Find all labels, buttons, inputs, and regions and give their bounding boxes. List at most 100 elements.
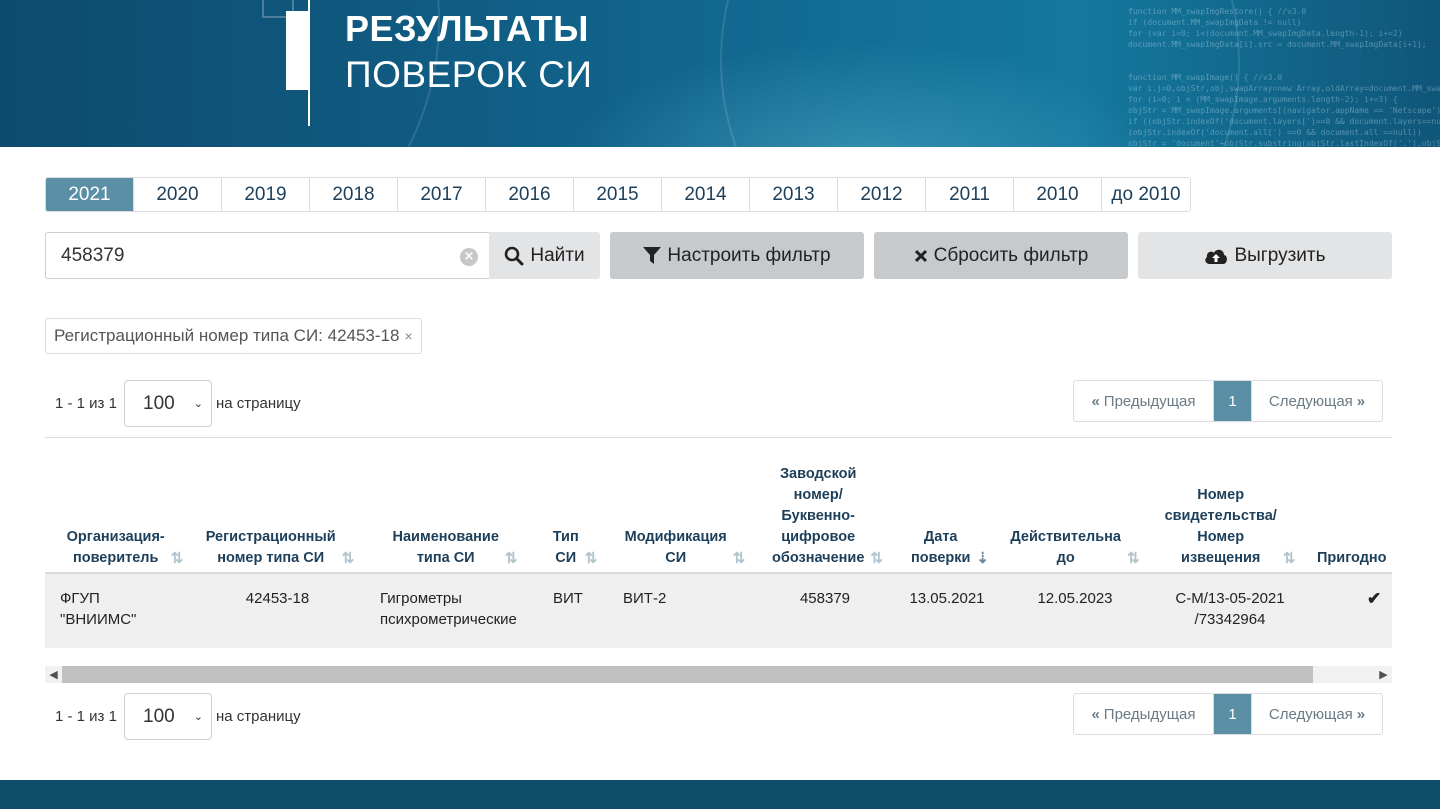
per-page-value: 100 [143,705,175,727]
column-header-verification-date[interactable]: Дата поверки ⇣ [900,450,1000,572]
sort-icon: ⇅ [170,550,184,567]
year-tab[interactable]: 2010 [1014,178,1102,211]
prev-page-label: Предыдущая [1103,392,1196,410]
prev-page-button[interactable]: « Предыдущая [1074,381,1214,421]
code-line: function MM_swapImgRestore() { //v3.0 [1128,7,1307,16]
prev-page-button[interactable]: « Предыдущая [1074,694,1214,734]
code-line: objStr = 'document'+objStr.substring(obj… [1128,139,1440,147]
code-line: function MM_swapImage() { //v3.0 [1128,73,1283,82]
find-button[interactable]: Найти [489,232,600,279]
page-button-current[interactable]: 1 [1214,381,1251,421]
year-tab[interactable]: 2021 [46,178,134,211]
double-chevron-right-icon: » [1356,705,1366,723]
prev-page-label: Предыдущая [1103,705,1196,723]
year-tab[interactable]: 2020 [134,178,222,211]
cell-serial: 458379 [799,590,851,607]
column-header-organization[interactable]: Организация-поверитель ⇅ [45,450,205,572]
horizontal-scrollbar[interactable]: ◀ ▶ [45,666,1392,683]
export-button-label: Выгрузить [1234,244,1326,266]
year-tab[interactable]: 2013 [750,178,838,211]
sort-desc-icon: ⇣ [976,550,989,567]
scroll-right-icon[interactable]: ▶ [1375,666,1392,683]
close-icon [914,249,927,262]
column-header-label: Наименование типа СИ [392,529,499,566]
code-line: document.MM_swapImgData[i].src = documen… [1128,40,1427,49]
column-header-label: Действительна до [1010,529,1121,566]
code-line: if ((objStr.indexOf('document.layers[')=… [1128,117,1440,126]
cell-type: ВИТ [553,590,583,607]
active-filter-chip: Регистрационный номер типа СИ: 42453-18 … [45,318,422,354]
column-header-valid-until[interactable]: Действительна до ⇅ [1005,450,1145,572]
column-header-reg-number[interactable]: Регистрационный номер типа СИ ⇅ [195,450,365,572]
year-tab[interactable]: 2015 [574,178,662,211]
configure-filter-label: Настроить фильтр [667,244,831,266]
double-chevron-right-icon: » [1356,392,1366,410]
logo-bar [286,11,308,90]
year-tab[interactable]: 2011 [926,178,1014,211]
cell-modification: ВИТ-2 [623,590,667,607]
next-page-button[interactable]: Следующая » [1251,694,1382,734]
year-tab[interactable]: 2012 [838,178,926,211]
per-page-select[interactable]: 100 ⌄ [124,380,212,427]
column-header-label: Организация-поверитель [66,529,165,566]
cell-name-line1: Гигрометры [380,590,462,607]
pagination-summary-top: 1 - 1 из 1 100 ⌄ на страницу [45,380,301,427]
cell-verification-date: 13.05.2021 [909,590,985,607]
pagination-top: « Предыдущая 1 Следующая » [1073,380,1383,422]
code-line: objStr = MM_swapImage.arguments[(navigat… [1128,106,1440,115]
find-button-label: Найти [530,244,585,266]
code-line: if (document.MM_swapImgData != null) [1128,18,1302,27]
cell-name: Гигрометры психрометрические [380,588,517,630]
page-button-current[interactable]: 1 [1214,694,1251,734]
sort-icon: ⇅ [1127,550,1140,567]
scroll-left-icon[interactable]: ◀ [45,666,62,683]
chevron-down-icon: ⌄ [193,711,203,723]
page-title-line1: РЕЗУЛЬТАТЫ [345,8,589,49]
year-tab[interactable]: 2017 [398,178,486,211]
next-page-label: Следующая [1268,392,1353,410]
double-chevron-left-icon: « [1091,392,1100,410]
remove-filter-icon[interactable]: × [404,328,412,344]
column-header-suitable[interactable]: Пригодно [1317,450,1392,572]
clear-icon[interactable]: × [460,248,478,266]
column-header-serial[interactable]: Заводской номер/Буквенно-цифровое обозначе… [760,450,895,572]
configure-filter-button[interactable]: Настроить фильтр [610,232,864,279]
year-tabs: 2021 2020 2019 2018 2017 2016 2015 2014 2013 2012… [45,177,1191,212]
pagination-summary-bottom: 1 - 1 из 1 100 ⌄ на страницу [45,693,301,740]
sort-icon: ⇅ [870,550,883,567]
reset-filter-button[interactable]: Сбросить фильтр [874,232,1128,279]
year-tab[interactable]: 2014 [662,178,750,211]
year-tab[interactable]: до 2010 [1102,178,1190,211]
column-header-modification[interactable]: Модификация СИ ⇅ [615,450,755,572]
chevron-down-icon: ⌄ [193,398,203,410]
per-page-select[interactable]: 100 ⌄ [124,693,212,740]
sort-icon: ⇅ [504,550,518,567]
year-tab[interactable]: 2016 [486,178,574,211]
table-row[interactable]: ФГУП "ВНИИМС" 42453-18 Гигрометры психро… [45,574,1392,648]
cell-certificate: С-М/13-05-2021 /73342964 [1155,588,1305,630]
column-header-certificate[interactable]: Номер свидетельства/Номер извещения ⇅ [1155,450,1305,572]
column-header-label: Тип СИ [552,529,579,566]
search-box: × [45,232,489,279]
column-header-label: Номер свидетельства/Номер извещения [1164,487,1277,566]
year-tab[interactable]: 2018 [310,178,398,211]
column-header-label: Заводской номер/Буквенно-цифровое обозначе… [772,466,865,566]
scrollbar-thumb[interactable] [62,666,1313,683]
results-table: Организация-поверитель ⇅ Регистрационный н… [45,438,1392,648]
search-input[interactable] [46,233,456,278]
per-page-value: 100 [143,392,175,414]
search-icon [505,246,524,265]
next-page-button[interactable]: Следующая » [1251,381,1382,421]
year-tab[interactable]: 2019 [222,178,310,211]
cell-valid-until: 12.05.2023 [1037,590,1113,607]
export-button[interactable]: Выгрузить [1138,232,1392,279]
column-header-label: Модификация СИ [624,529,727,566]
check-icon: ✔ [1367,589,1382,608]
result-count: 1 - 1 из 1 [55,708,117,725]
sort-icon: ⇅ [584,550,598,567]
column-header-name[interactable]: Наименование типа СИ ⇅ [375,450,535,572]
column-header-type[interactable]: Тип СИ ⇅ [545,450,605,572]
cloud-upload-icon [1205,249,1228,264]
